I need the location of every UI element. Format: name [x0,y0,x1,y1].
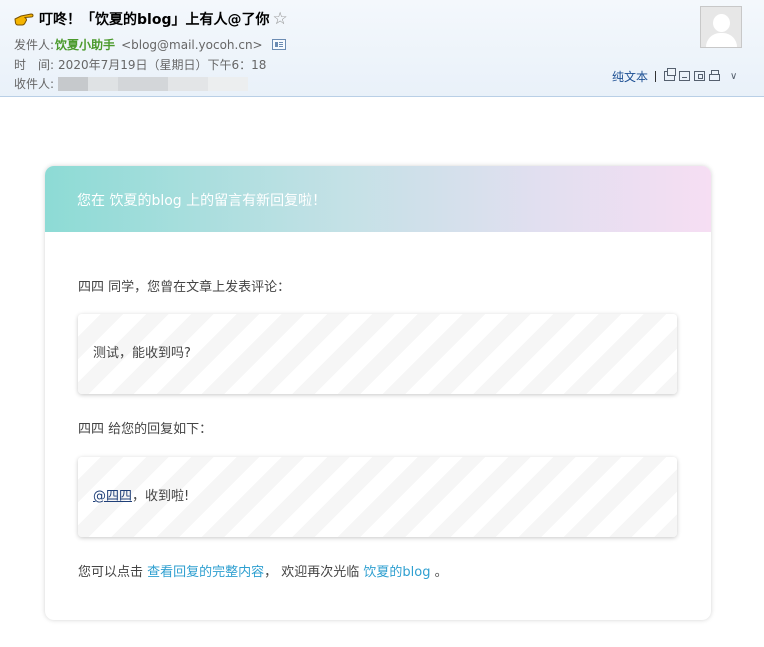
chevron-down-icon[interactable]: ∨ [730,71,737,82]
archive-icon[interactable] [694,71,706,81]
blog-site-link[interactable]: 饮夏的blog [363,565,430,580]
sender-name[interactable]: 饮夏小助手 [55,36,115,53]
original-comment-text: 测试，能收到吗? [93,346,191,361]
recipient-redacted [58,76,249,91]
time-label: 时 间: [14,58,55,72]
email-subject: 叮咚！「饮夏的blog」上有人@了你 [39,12,270,28]
pointing-hand-icon [14,13,34,26]
view-full-reply-link[interactable]: 查看回复的完整内容 [147,565,264,580]
time-row: 时 间: 2020年7月19日（星期日）下午6：18 [14,56,266,73]
reply-intro: 四四 给您的回复如下： [78,422,213,437]
subject-row: 叮咚！「饮夏的blog」上有人@了你 ☆ [14,9,288,29]
time-value: 2020年7月19日（星期日）下午6：18 [58,58,267,72]
toolbar-divider [655,70,657,82]
footer-suffix: 。 [430,565,448,580]
email-card: 您在 饮夏的blog 上的留言有新回复啦！ 四四 同学，您曾在文章上发表评论： … [45,166,711,620]
mail-header: 叮咚！「饮夏的blog」上有人@了你 ☆ 发件人: 饮夏小助手 <blog@ma… [0,0,764,97]
print-icon[interactable] [709,70,721,81]
sender-avatar[interactable] [700,6,742,48]
reply-box: @四四，收到啦! [78,457,677,537]
email-card-heading: 您在 饮夏的blog 上的留言有新回复啦！ [45,166,711,232]
sender-email: <blog@mail.yocoh.cn> [121,37,263,52]
document-icon[interactable] [679,71,691,81]
avatar-head-shape [713,14,730,32]
sender-label: 发件人: [14,38,55,52]
recipient-label: 收件人: [14,77,55,91]
footer-middle: ， 欢迎再次光临 [264,565,364,580]
original-comment-box: 测试，能收到吗? [78,314,677,394]
footer-line: 您可以点击 查看回复的完整内容， 欢迎再次光临 饮夏的blog 。 [78,561,448,580]
mail-toolbar: 纯文本 ∨ [612,68,737,84]
footer-prefix: 您可以点击 [78,565,148,580]
sender-row: 发件人: 饮夏小助手 <blog@mail.yocoh.cn> [14,36,286,53]
contact-card-icon[interactable] [271,39,286,50]
new-window-icon[interactable] [664,68,677,81]
reply-text: ，收到啦! [132,489,190,504]
reply-mention-link[interactable]: @四四 [93,489,132,504]
plain-text-button[interactable]: 纯文本 [612,68,648,85]
recipient-row: 收件人: [14,75,249,92]
comment-intro: 四四 同学，您曾在文章上发表评论： [78,280,291,295]
avatar-body-shape [706,33,737,47]
star-icon[interactable]: ☆ [272,10,287,28]
